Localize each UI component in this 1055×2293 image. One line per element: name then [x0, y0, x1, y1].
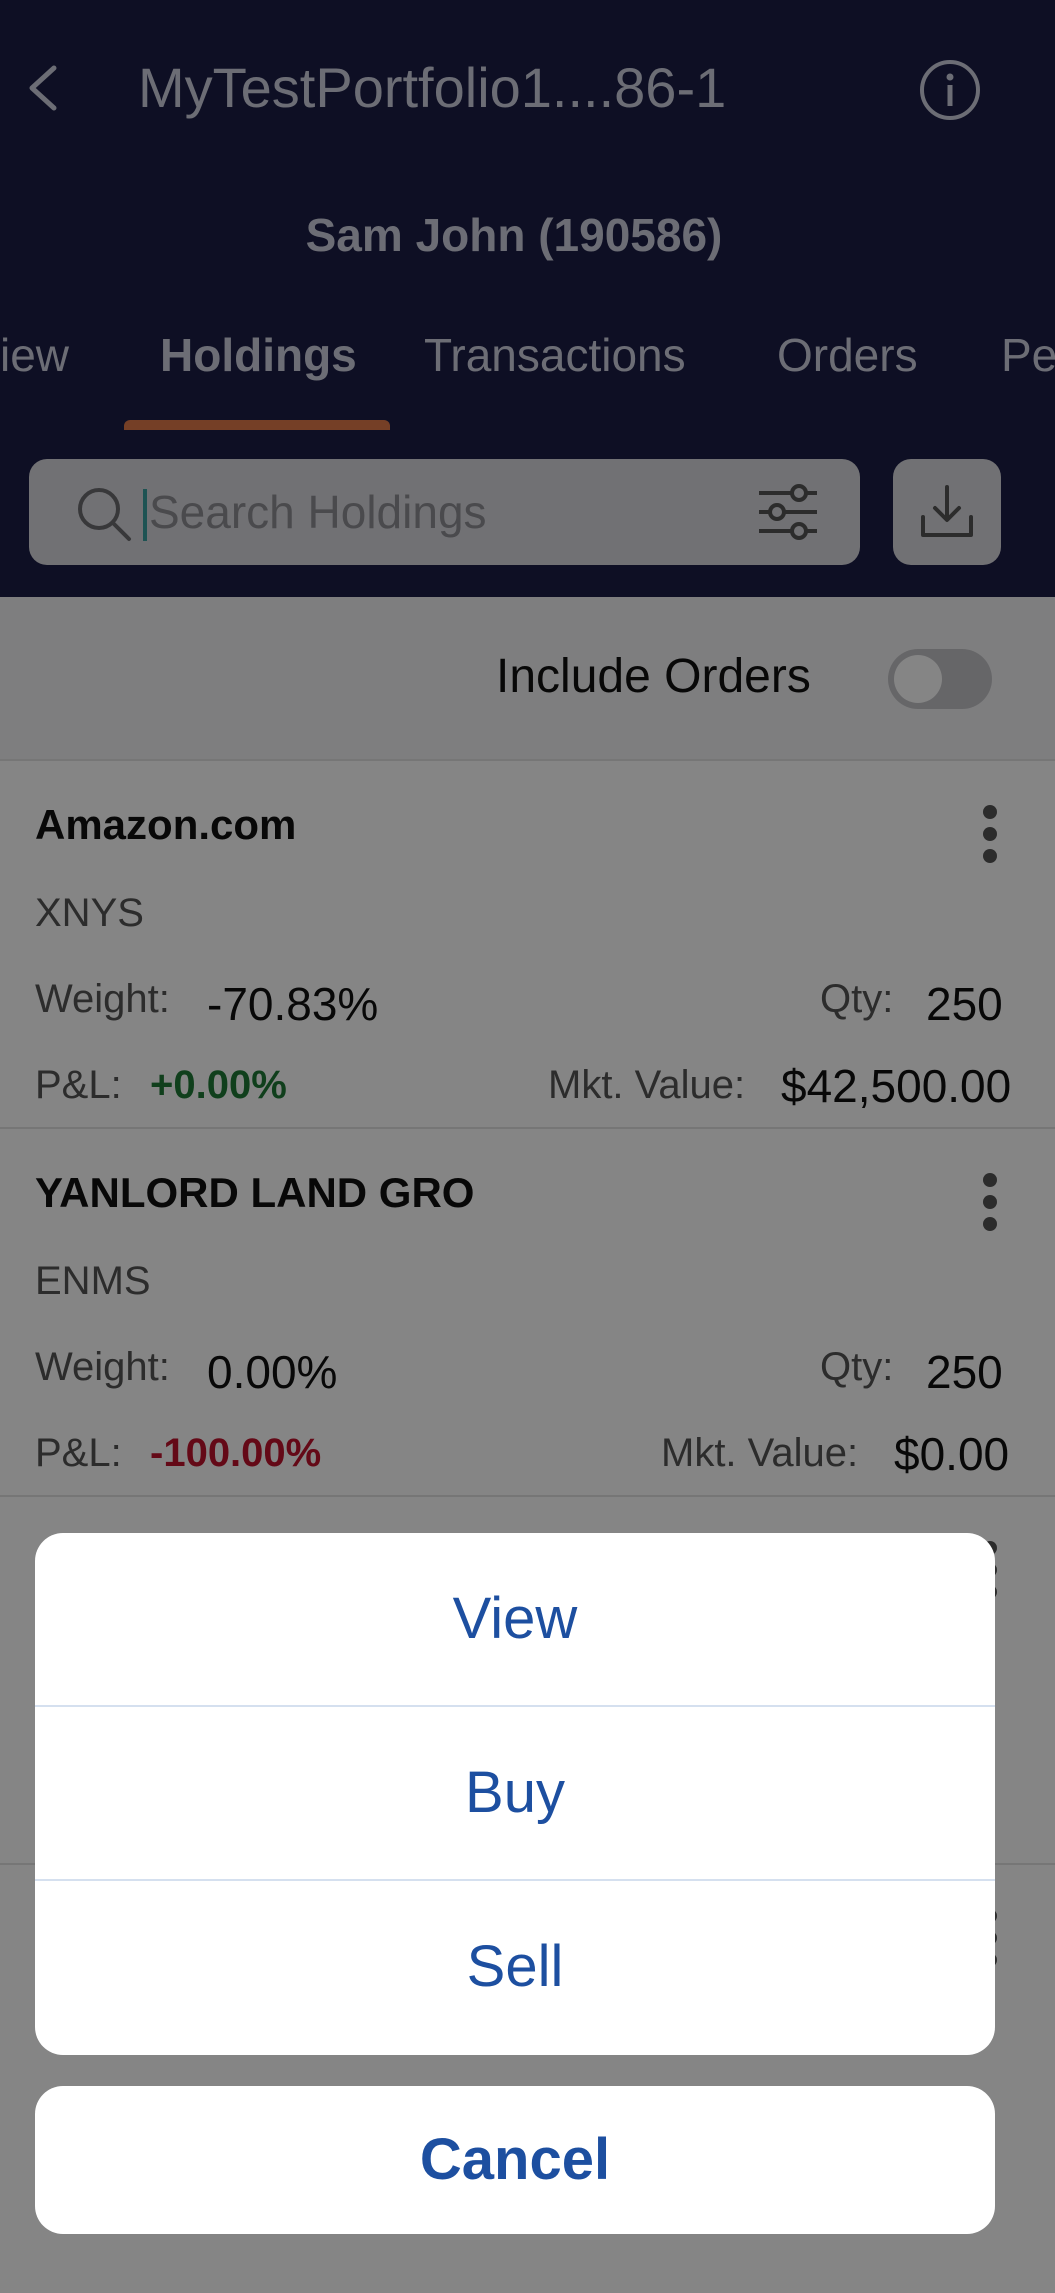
action-sheet: View Buy Sell: [35, 1533, 995, 2055]
sell-option[interactable]: Sell: [35, 1881, 995, 2053]
buy-option[interactable]: Buy: [35, 1707, 995, 1879]
cancel-button[interactable]: Cancel: [35, 2086, 995, 2234]
view-option[interactable]: View: [35, 1533, 995, 1705]
